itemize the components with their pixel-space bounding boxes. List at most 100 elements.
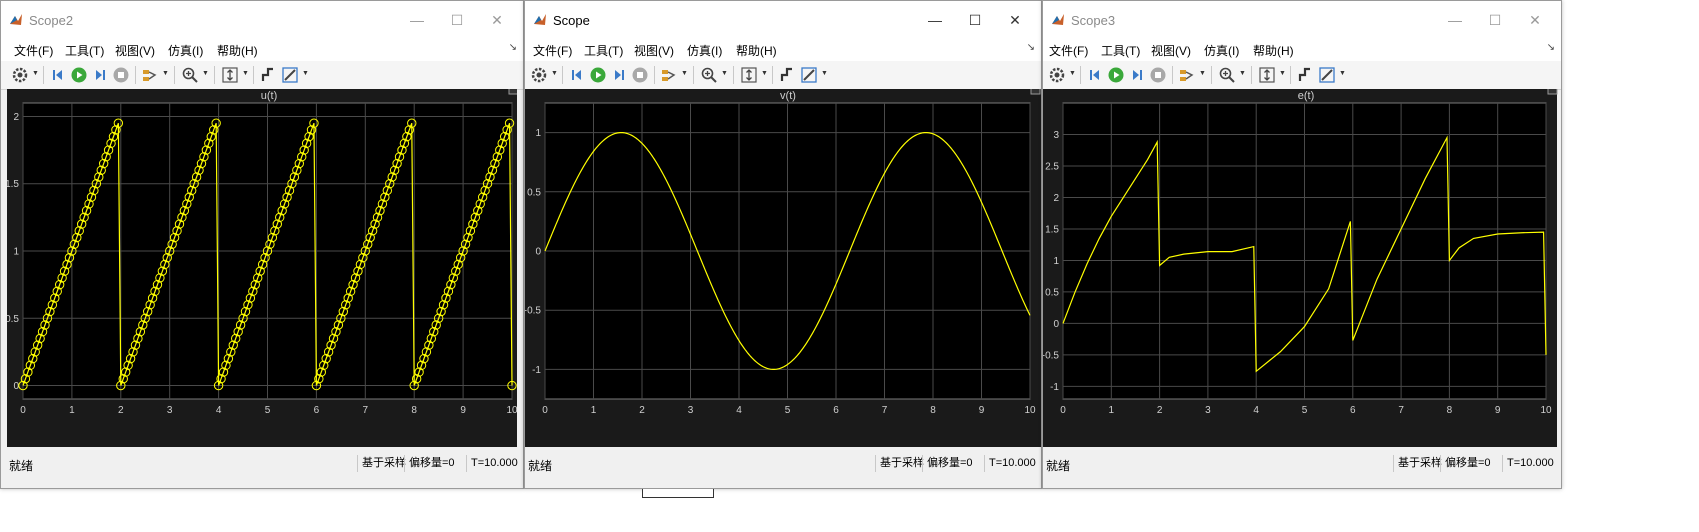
step-forward-icon[interactable] [610, 66, 628, 84]
status-time: T=10.000 [1502, 455, 1554, 472]
x-tick-label: 4 [736, 405, 742, 416]
zoom-in-icon[interactable] [1218, 66, 1236, 84]
chevron-down-icon[interactable]: ▼ [821, 70, 828, 77]
close-icon[interactable]: ✕ [995, 7, 1035, 33]
x-tick-label: 9 [1495, 405, 1501, 416]
step-forward-icon[interactable] [91, 66, 109, 84]
measurements-icon[interactable] [281, 66, 299, 84]
chevron-down-icon[interactable]: ▼ [202, 70, 209, 77]
menu-file[interactable]: 文件(F) [1049, 42, 1088, 59]
plot-area[interactable]: u(t) 0 1 2 3 4 5 6 7 8 9 10 0 0.5 1 1.5 2 [7, 89, 517, 447]
menu-overflow-icon[interactable]: ↘ [509, 42, 517, 53]
triggers-icon[interactable] [259, 66, 277, 84]
title-bar[interactable]: Scope — ☐ ✕ [525, 1, 1041, 37]
scale-axes-icon[interactable] [740, 66, 758, 84]
stop-icon[interactable] [1149, 66, 1167, 84]
chevron-down-icon[interactable]: ▼ [1199, 70, 1206, 77]
stop-icon[interactable] [631, 66, 649, 84]
menu-tools[interactable]: 工具(T) [1101, 42, 1140, 59]
chevron-down-icon[interactable]: ▼ [1239, 70, 1246, 77]
close-icon[interactable]: ✕ [1515, 7, 1555, 33]
plot-area[interactable]: e(t) 0 1 2 3 4 5 6 7 8 9 10 -1 -0.5 0 0.5 1 1.5 2 2.5 3 [1043, 89, 1559, 447]
x-tick-label: 9 [979, 405, 985, 416]
chevron-down-icon[interactable]: ▼ [302, 70, 309, 77]
scale-axes-icon[interactable] [221, 66, 239, 84]
menu-view[interactable]: 视图(V) [115, 42, 155, 59]
menu-tools[interactable]: 工具(T) [65, 42, 104, 59]
chevron-down-icon[interactable]: ▼ [1339, 70, 1346, 77]
menu-overflow-icon[interactable]: ↘ [1027, 42, 1035, 53]
status-time: T=10.000 [466, 455, 518, 472]
menu-file[interactable]: 文件(F) [14, 42, 53, 59]
e-t-plot[interactable]: e(t) 0 1 2 3 4 5 6 7 8 9 10 -1 -0.5 0 0.5 1 1.5 2 2.5 3 [1043, 89, 1559, 447]
settings-gear-icon[interactable] [11, 66, 29, 84]
settings-gear-icon[interactable] [1048, 66, 1066, 84]
minimize-icon[interactable]: — [397, 7, 437, 33]
chevron-down-icon[interactable]: ▼ [242, 70, 249, 77]
plot-area[interactable]: v(t) 0 1 2 3 4 5 6 7 8 9 10 -1 -0.5 0 0.5 1 [525, 89, 1041, 447]
minimize-icon[interactable]: — [1435, 7, 1475, 33]
measurements-icon[interactable] [800, 66, 818, 84]
run-icon[interactable] [70, 66, 88, 84]
signal-selector-icon[interactable] [660, 66, 678, 84]
x-tick-label: 6 [1350, 405, 1356, 416]
minimize-icon[interactable]: — [915, 7, 955, 33]
triggers-icon[interactable] [1296, 66, 1314, 84]
collapse-legend-icon[interactable] [1547, 89, 1558, 95]
signal-selector-icon[interactable] [141, 66, 159, 84]
x-tick-label: 7 [1398, 405, 1404, 416]
settings-gear-icon[interactable] [530, 66, 548, 84]
step-back-icon[interactable] [569, 66, 587, 84]
step-forward-icon[interactable] [1128, 66, 1146, 84]
triggers-icon[interactable] [778, 66, 796, 84]
step-back-icon[interactable] [50, 66, 68, 84]
menu-overflow-icon[interactable]: ↘ [1547, 42, 1555, 53]
toolbar: ▼ ▼ ▼ ▼ ▼ [1043, 61, 1561, 90]
chevron-down-icon[interactable]: ▼ [1069, 70, 1076, 77]
collapse-legend-icon[interactable] [1030, 89, 1041, 95]
toolbar-separator [253, 66, 254, 84]
menu-help[interactable]: 帮助(H) [217, 42, 258, 59]
status-bar: 就绪 基于采样 偏移量=0 T=10.000 [1, 447, 523, 488]
x-tick-label: 4 [1253, 405, 1259, 416]
menu-help[interactable]: 帮助(H) [1253, 42, 1294, 59]
chevron-down-icon[interactable]: ▼ [551, 70, 558, 77]
menu-simulation[interactable]: 仿真(I) [1204, 42, 1239, 59]
chevron-down-icon[interactable]: ▼ [162, 70, 169, 77]
close-icon[interactable]: ✕ [477, 7, 517, 33]
scale-axes-icon[interactable] [1258, 66, 1276, 84]
u-t-plot[interactable]: u(t) 0 1 2 3 4 5 6 7 8 9 1000.511.52 [7, 89, 517, 447]
title-bar[interactable]: Scope2 — ☐ ✕ [1, 1, 523, 37]
status-sampling: 基于采样 [875, 455, 924, 472]
menu-help[interactable]: 帮助(H) [736, 42, 777, 59]
toolbar-separator [654, 66, 655, 84]
maximize-icon[interactable]: ☐ [437, 7, 477, 33]
v-t-plot[interactable]: v(t) 0 1 2 3 4 5 6 7 8 9 10 -1 -0.5 0 0.5 1 [525, 89, 1043, 447]
collapse-legend-icon[interactable] [508, 89, 517, 95]
run-icon[interactable] [1107, 66, 1125, 84]
menu-view[interactable]: 视图(V) [634, 42, 674, 59]
toolbar: ▼ ▼ ▼ ▼ ▼ [525, 61, 1041, 90]
signal-selector-icon[interactable] [1178, 66, 1196, 84]
run-icon[interactable] [589, 66, 607, 84]
maximize-icon[interactable]: ☐ [1475, 7, 1515, 33]
chevron-down-icon[interactable]: ▼ [1279, 70, 1286, 77]
x-tick-label: 5 [785, 405, 791, 416]
menu-simulation[interactable]: 仿真(I) [687, 42, 722, 59]
stop-icon[interactable] [112, 66, 130, 84]
menu-simulation[interactable]: 仿真(I) [168, 42, 203, 59]
zoom-in-icon[interactable] [181, 66, 199, 84]
menu-view[interactable]: 视图(V) [1151, 42, 1191, 59]
maximize-icon[interactable]: ☐ [955, 7, 995, 33]
step-back-icon[interactable] [1087, 66, 1105, 84]
title-bar[interactable]: Scope3 — ☐ ✕ [1043, 1, 1561, 37]
measurements-icon[interactable] [1318, 66, 1336, 84]
chevron-down-icon[interactable]: ▼ [681, 70, 688, 77]
chevron-down-icon[interactable]: ▼ [721, 70, 728, 77]
menu-file[interactable]: 文件(F) [533, 42, 572, 59]
chevron-down-icon[interactable]: ▼ [761, 70, 768, 77]
chevron-down-icon[interactable]: ▼ [32, 70, 39, 77]
zoom-in-icon[interactable] [700, 66, 718, 84]
menu-tools[interactable]: 工具(T) [584, 42, 623, 59]
status-ready: 就绪 [528, 459, 553, 473]
